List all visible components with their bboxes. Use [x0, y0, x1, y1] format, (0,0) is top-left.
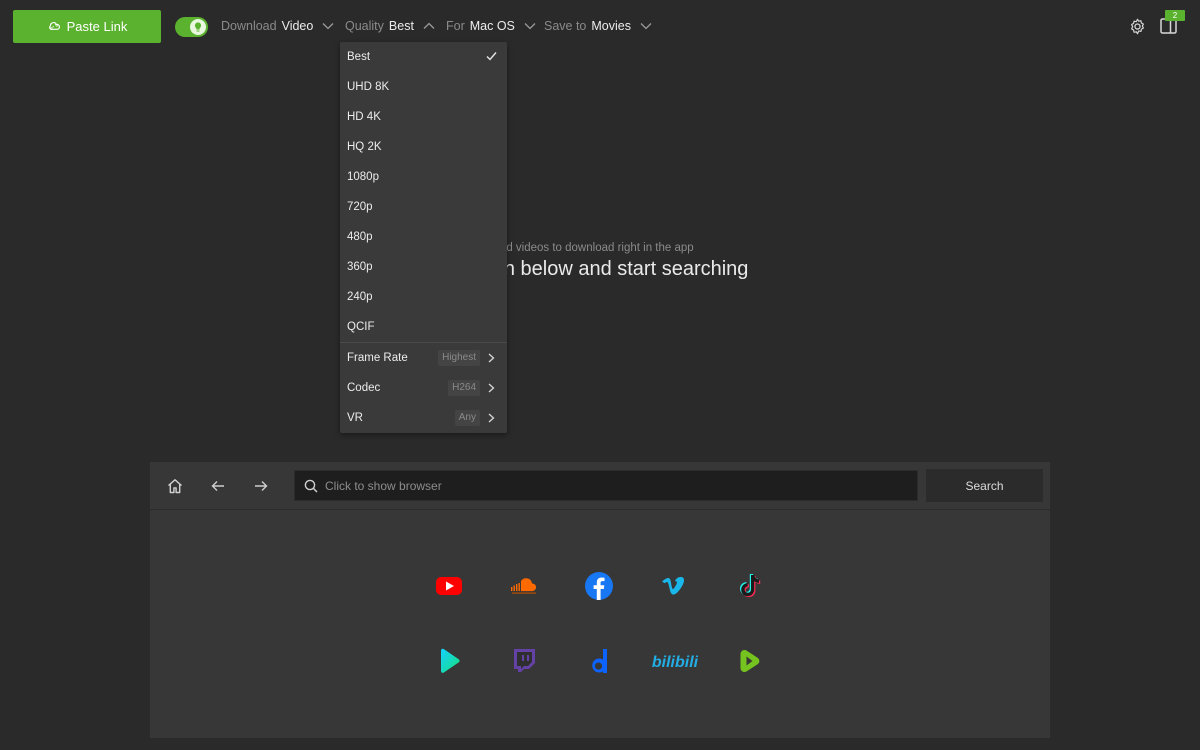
platform-dropdown[interactable]: For Mac OS [446, 19, 536, 33]
submenu-value: Any [454, 410, 480, 426]
option-label: QCIF [347, 321, 375, 333]
twitch-icon[interactable] [507, 644, 541, 678]
platform-value: Mac OS [469, 19, 515, 33]
platform-label: For [446, 19, 465, 33]
home-icon[interactable] [166, 477, 184, 495]
chevron-up-icon [423, 22, 435, 29]
browser-toolbar: Click to show browser Search [150, 462, 1050, 510]
option-label: Best [347, 51, 371, 63]
dailymotion-icon[interactable] [582, 644, 616, 678]
submenu-label: Frame Rate [347, 352, 408, 364]
save-location-dropdown[interactable]: Save to Movies [544, 19, 652, 33]
browser-search-input[interactable]: Click to show browser [294, 470, 918, 501]
chevron-right-icon [488, 353, 495, 363]
option-label: 720p [347, 201, 373, 213]
quality-option[interactable]: 240p [340, 282, 507, 312]
chevron-right-icon [488, 413, 495, 423]
submenu-value: Highest [438, 350, 480, 366]
submenu-value: H264 [448, 380, 480, 396]
option-label: 480p [347, 231, 373, 243]
browser-panel: Click to show browser Search bilibili [150, 462, 1050, 738]
quality-option[interactable]: 1080p [340, 162, 507, 192]
download-type-value: Video [281, 19, 314, 33]
paste-link-button[interactable]: Paste Link [13, 10, 161, 43]
save-location-label: Save to [544, 19, 587, 33]
link-icon [48, 21, 60, 30]
tiktok-icon[interactable] [732, 569, 766, 603]
checkmark-icon [486, 52, 497, 61]
quality-option[interactable]: HD 4K [340, 102, 507, 132]
option-label: HD 4K [347, 111, 381, 123]
search-placeholder: Click to show browser [325, 478, 442, 493]
quality-option[interactable]: HQ 2K [340, 132, 507, 162]
quality-dropdown[interactable]: Quality Best [345, 19, 435, 33]
rumble-icon[interactable] [732, 644, 766, 678]
quality-option[interactable]: 480p [340, 222, 507, 252]
option-label: UHD 8K [347, 81, 390, 93]
toggle-knob [190, 19, 206, 35]
paste-link-label: Paste Link [66, 19, 128, 34]
quality-option[interactable]: 360p [340, 252, 507, 282]
frame-rate-submenu[interactable]: Frame Rate Highest [340, 343, 507, 373]
bilibili-icon[interactable]: bilibili [652, 644, 699, 678]
submenu-label: VR [347, 412, 363, 424]
codec-submenu[interactable]: Codec H264 [340, 373, 507, 403]
quality-option[interactable]: QCIF [340, 312, 507, 342]
search-button[interactable]: Search [926, 469, 1043, 502]
option-label: 1080p [347, 171, 379, 183]
quality-option-best[interactable]: Best [340, 42, 507, 72]
back-arrow-icon[interactable] [209, 477, 227, 495]
quality-option[interactable]: 720p [340, 192, 507, 222]
chevron-down-icon [322, 23, 334, 30]
facebook-icon[interactable] [582, 569, 616, 603]
quality-label: Quality [345, 19, 384, 33]
gear-icon[interactable] [1129, 18, 1146, 35]
vimeo-icon[interactable] [657, 569, 691, 603]
dailymotion-play-icon[interactable] [432, 644, 466, 678]
bulb-icon [194, 22, 202, 32]
chevron-right-icon [488, 383, 495, 393]
forward-arrow-icon[interactable] [252, 477, 270, 495]
top-toolbar: Paste Link Download Video Quality Best F… [0, 0, 1200, 54]
download-count-badge: 2 [1165, 10, 1185, 21]
option-label: 240p [347, 291, 373, 303]
quality-menu: Best UHD 8K HD 4K HQ 2K 1080p 720p 480p … [340, 42, 507, 433]
quality-option[interactable]: UHD 8K [340, 72, 507, 102]
submenu-label: Codec [347, 382, 381, 394]
svg-text:bilibili: bilibili [652, 654, 698, 671]
download-type-dropdown[interactable]: Download Video [221, 19, 334, 33]
save-location-value: Movies [591, 19, 631, 33]
youtube-icon[interactable] [432, 569, 466, 603]
smart-mode-toggle[interactable] [175, 17, 208, 37]
quality-value: Best [388, 19, 414, 33]
soundcloud-icon[interactable] [507, 569, 541, 603]
option-label: 360p [347, 261, 373, 273]
chevron-down-icon [524, 23, 536, 30]
option-label: HQ 2K [347, 141, 382, 153]
search-icon [304, 479, 318, 493]
vr-submenu[interactable]: VR Any [340, 403, 507, 433]
chevron-down-icon [640, 23, 652, 30]
download-type-label: Download [221, 19, 277, 33]
